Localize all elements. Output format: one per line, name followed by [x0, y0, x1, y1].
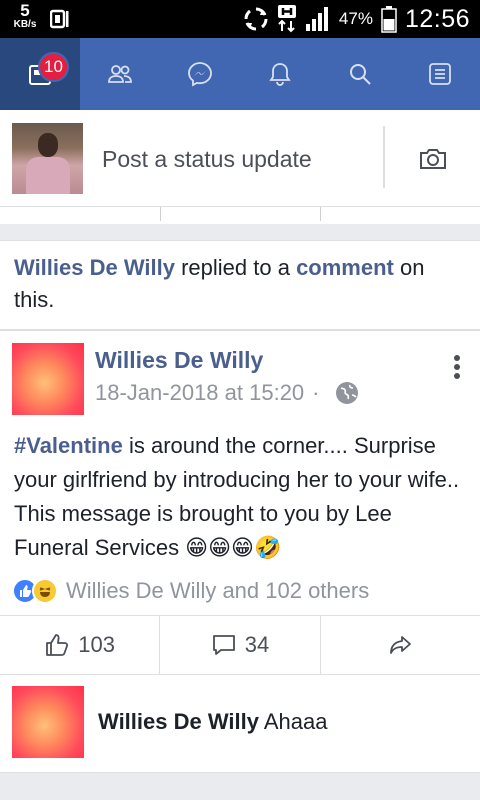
commenter-name[interactable]: Willies De Willy	[98, 709, 259, 734]
composer-actions	[0, 206, 480, 224]
network-speed: 5 KB/s	[8, 2, 42, 30]
post-author-name[interactable]: Willies De Willy	[95, 347, 263, 374]
share-button[interactable]	[321, 616, 480, 674]
battery-icon	[381, 6, 397, 33]
screenshot-icon	[50, 9, 69, 29]
search-icon	[350, 64, 371, 85]
composer-action-divider	[320, 207, 321, 221]
top-nav: 10	[0, 38, 480, 110]
user-avatar[interactable]	[12, 123, 83, 194]
friends-icon	[108, 65, 132, 83]
menu-icon	[429, 63, 451, 85]
comment-count: 34	[244, 632, 270, 657]
camera-icon[interactable]	[419, 146, 447, 170]
comment-text: Willies De Willy Ahaaa	[98, 709, 328, 735]
comment-preview[interactable]: Willies De Willy Ahaaa	[0, 675, 480, 773]
network-speed-unit: KB/s	[13, 19, 37, 30]
status-update-input[interactable]: Post a status update	[102, 146, 312, 173]
comment-body: Ahaaa	[258, 709, 328, 734]
signal-icon	[305, 7, 328, 31]
nav-messenger[interactable]	[160, 38, 240, 110]
story-divider	[0, 329, 480, 331]
status-composer: Post a status update	[0, 110, 480, 206]
meta-separator: ·	[312, 380, 320, 405]
nav-friends[interactable]	[80, 38, 160, 110]
nav-news-feed[interactable]: 10	[0, 38, 80, 110]
feed-gap	[0, 772, 480, 800]
post-timestamp[interactable]: 18-Jan-2018 at 15:20	[95, 380, 304, 406]
nav-menu[interactable]	[400, 38, 480, 110]
globe-icon	[335, 382, 358, 404]
composer-action-divider	[160, 207, 161, 221]
notification-count-badge: 10	[38, 52, 69, 82]
reactions-summary[interactable]: Willies De Willy and 102 others	[12, 576, 369, 606]
hspa-data-icon	[277, 5, 296, 33]
post-action-bar: 103 34	[0, 615, 480, 675]
reactions-text: Willies De Willy and 102 others	[66, 578, 370, 603]
composer-divider	[383, 126, 385, 188]
like-button[interactable]: 103	[0, 616, 161, 674]
story-actor-link[interactable]: Willies De Willy	[14, 255, 175, 280]
story-verb: replied to a	[174, 255, 297, 280]
nav-search[interactable]	[320, 38, 400, 110]
haha-reaction-icon	[32, 578, 58, 604]
messenger-icon	[188, 62, 212, 87]
post-options-icon[interactable]	[452, 355, 462, 381]
status-bar: 5 KB/s 47% 12:56	[0, 0, 480, 38]
battery-percent: 47%	[338, 9, 373, 28]
comment-icon	[212, 635, 235, 655]
post-author-avatar[interactable]	[12, 343, 84, 415]
commenter-avatar[interactable]	[12, 686, 84, 758]
post-meta: 18-Jan-2018 at 15:20 ·	[95, 380, 360, 406]
post-text: #Valentine is around the corner.... Surp…	[14, 429, 470, 565]
sync-icon	[244, 7, 268, 31]
comment-button[interactable]: 34	[160, 616, 321, 674]
share-icon	[390, 636, 412, 654]
thumbs-up-icon	[46, 634, 69, 656]
clock: 12:56	[404, 4, 470, 33]
notifications-icon	[269, 63, 291, 86]
feed-story: Willies De Willy replied to a comment on…	[0, 240, 480, 773]
hashtag-link[interactable]: #Valentine	[14, 433, 123, 458]
nav-notifications[interactable]	[240, 38, 320, 110]
story-object-link[interactable]: comment	[296, 255, 394, 280]
network-speed-value: 5	[20, 1, 30, 20]
story-header: Willies De Willy replied to a comment on…	[14, 252, 464, 316]
like-count: 103	[78, 632, 116, 657]
